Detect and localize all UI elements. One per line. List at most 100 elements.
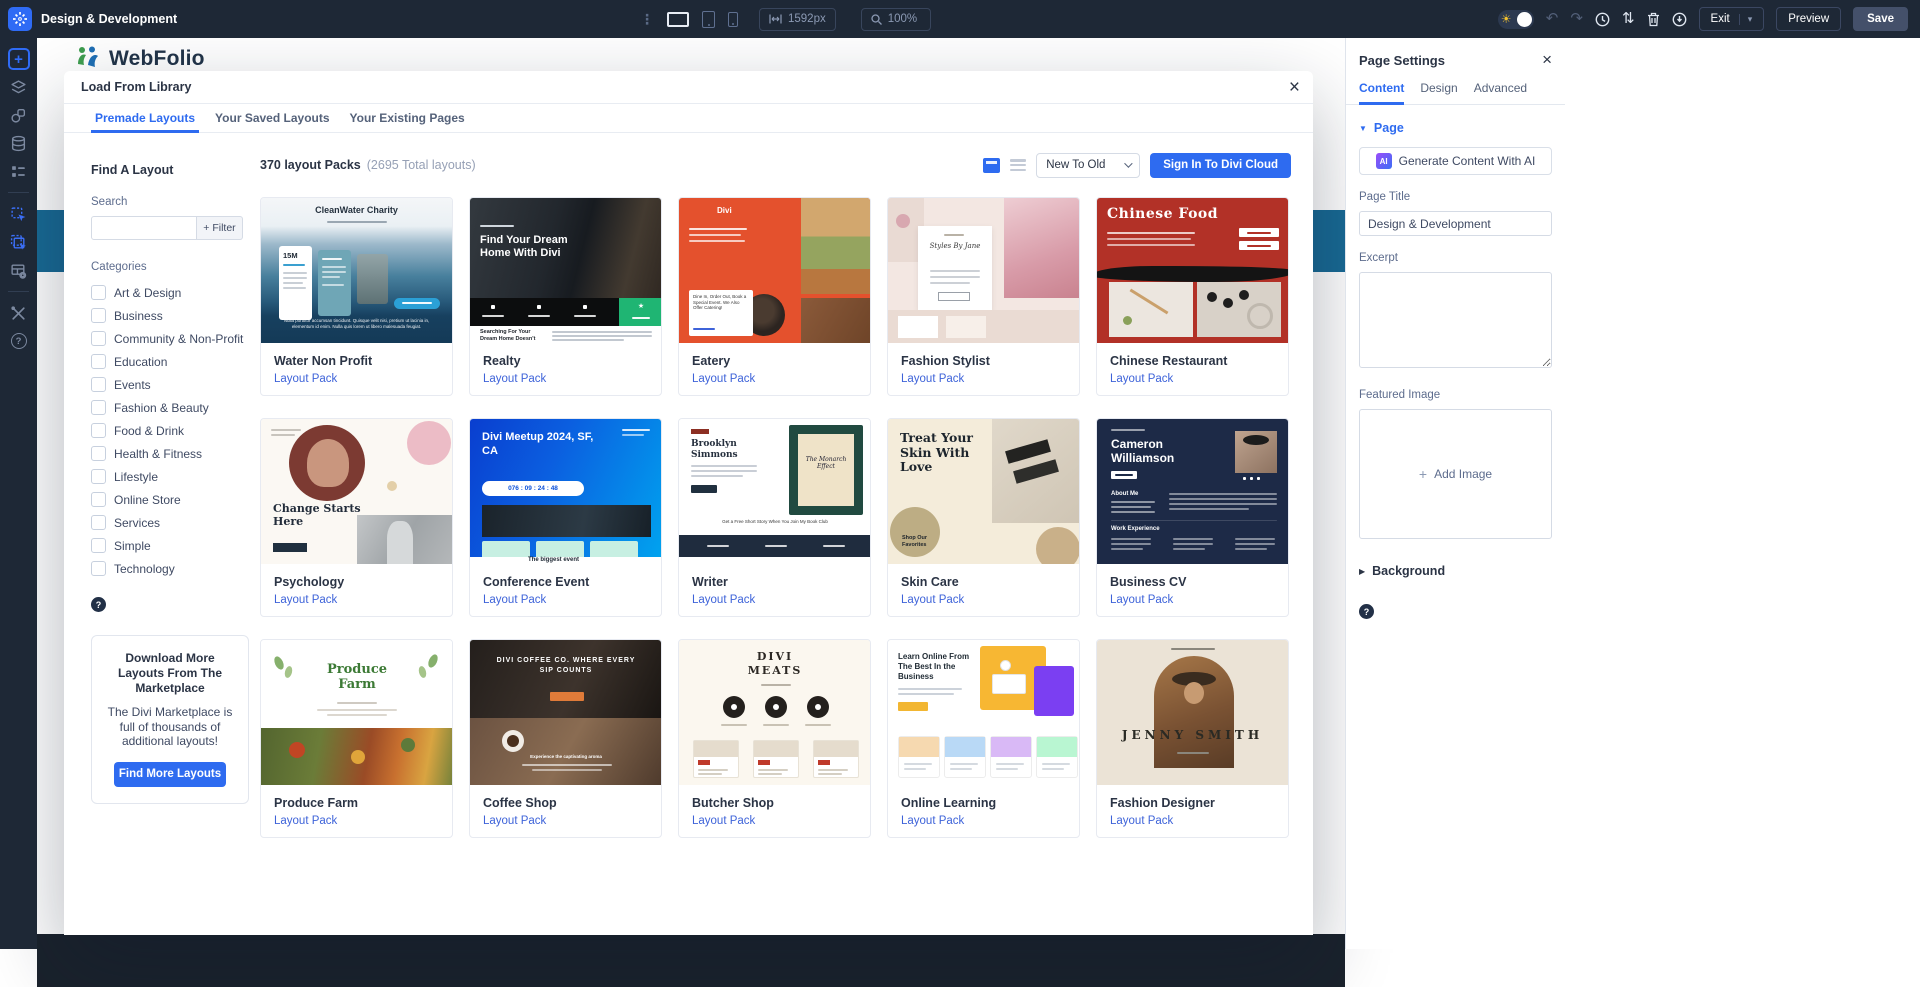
category-checkbox-row[interactable]: Services [91,511,260,534]
layout-pack-link[interactable]: Layout Pack [483,594,648,606]
modal-tab-0[interactable]: Premade Layouts [95,104,195,132]
options-list-button[interactable] [7,159,31,183]
layout-pack-card[interactable]: Find Your Dream Home With Divi ★ Searchi… [469,197,662,396]
modal-tab-2[interactable]: Your Existing Pages [350,104,465,132]
layout-thumbnail[interactable]: Learn Online From The Best In the Busine… [888,640,1079,785]
undo-icon[interactable]: ↶ [1546,0,1559,38]
layout-thumbnail[interactable]: Styles By Jane [888,198,1079,343]
layout-pack-link[interactable]: Layout Pack [692,373,857,385]
layout-pack-card[interactable]: DIVI MEATS Butcher ShopLayout Pack [678,639,871,838]
layout-thumbnail[interactable]: DIVI MEATS [679,640,870,785]
panel-close-icon[interactable]: × [1542,50,1552,70]
search-input[interactable] [91,216,197,240]
layout-pack-card[interactable]: Divi Dine In, Order Out, Book a Special … [678,197,871,396]
layout-pack-link[interactable]: Layout Pack [483,373,648,385]
layout-pack-card[interactable]: Produce Farm Produce FarmLayout Pack [260,639,453,838]
exit-button[interactable]: Exit ▾ [1699,7,1765,31]
checkbox-icon[interactable] [91,423,106,438]
checkbox-icon[interactable] [91,492,106,507]
multi-select-button[interactable] [7,230,31,254]
checkbox-icon[interactable] [91,446,106,461]
checkbox-icon[interactable] [91,377,106,392]
layout-thumbnail[interactable]: Chinese Food [1097,198,1288,343]
category-checkbox-row[interactable]: Lifestyle [91,465,260,488]
layout-pack-card[interactable]: CleanWater Charity 15M Nulla porttitor a… [260,197,453,396]
checkbox-icon[interactable] [91,538,106,553]
category-checkbox-row[interactable]: Art & Design [91,281,260,304]
category-checkbox-row[interactable]: Fashion & Beauty [91,396,260,419]
panel-tab-0[interactable]: Content [1359,81,1404,104]
layout-thumbnail[interactable]: Treat Your Skin With Love Shop Our Favor… [888,419,1079,564]
category-checkbox-row[interactable]: Technology [91,557,260,580]
select-module-button[interactable] [7,202,31,226]
layout-pack-link[interactable]: Layout Pack [1110,815,1275,827]
checkbox-icon[interactable] [91,469,106,484]
layout-thumbnail[interactable]: Divi Meetup 2024, SF, CA 076 : 09 : 24 :… [470,419,661,564]
theme-toggle[interactable]: ☀ [1498,10,1534,29]
layout-thumbnail[interactable]: Brooklyn Simmons The Monarch Effect Get … [679,419,870,564]
layout-thumbnail[interactable]: Produce Farm [261,640,452,785]
layout-pack-card[interactable]: Cameron Williamson About Me Work Experie… [1096,418,1289,617]
layout-thumbnail[interactable]: Divi Dine In, Order Out, Book a Special … [679,198,870,343]
panel-tab-2[interactable]: Advanced [1474,81,1527,104]
checkbox-icon[interactable] [91,285,106,300]
sort-select[interactable]: New To Old [1036,153,1140,178]
list-view-icon[interactable] [1010,158,1026,172]
layers-button[interactable] [7,75,31,99]
layout-pack-link[interactable]: Layout Pack [901,815,1066,827]
category-checkbox-row[interactable]: Business [91,304,260,327]
layout-pack-link[interactable]: Layout Pack [692,815,857,827]
panel-help-icon[interactable]: ? [1359,604,1374,619]
preview-button[interactable]: Preview [1776,7,1841,31]
sort-arrows-icon[interactable]: ⇅ [1622,0,1635,38]
layout-thumbnail[interactable]: JENNY SMITH [1097,640,1288,785]
help-icon[interactable]: ? [91,597,106,612]
layout-pack-card[interactable]: DIVI COFFEE CO. WHERE EVERY SIP COUNTS E… [469,639,662,838]
page-title-input[interactable] [1359,211,1552,236]
trash-icon[interactable] [1647,12,1660,27]
modal-close-icon[interactable]: × [1289,75,1300,100]
layout-thumbnail[interactable]: Change Starts Here [261,419,452,564]
checkbox-icon[interactable] [91,354,106,369]
layout-pack-card[interactable]: Learn Online From The Best In the Busine… [887,639,1080,838]
drag-handle-icon[interactable]: ⋮ [640,11,654,28]
history-icon[interactable] [1595,12,1610,27]
layout-pack-link[interactable]: Layout Pack [274,594,439,606]
desktop-view-icon[interactable] [667,12,689,27]
category-checkbox-row[interactable]: Education [91,350,260,373]
layout-pack-card[interactable]: JENNY SMITH Fashion DesignerLayout Pack [1096,639,1289,838]
builder-settings-button[interactable] [8,7,32,31]
layout-pack-link[interactable]: Layout Pack [1110,594,1275,606]
layout-pack-card[interactable]: Brooklyn Simmons The Monarch Effect Get … [678,418,871,617]
layout-pack-link[interactable]: Layout Pack [1110,373,1275,385]
zoom-input[interactable]: 100% [861,8,931,31]
layout-manager-button[interactable] [7,258,31,282]
layout-thumbnail[interactable]: Find Your Dream Home With Divi ★ Searchi… [470,198,661,343]
layout-thumbnail[interactable]: DIVI COFFEE CO. WHERE EVERY SIP COUNTS E… [470,640,661,785]
layout-pack-card[interactable]: Styles By Jane Fashion StylistLayout Pac… [887,197,1080,396]
layout-pack-card[interactable]: Chinese Food Chinese RestaurantLayout Pa… [1096,197,1289,396]
layout-thumbnail[interactable]: CleanWater Charity 15M Nulla porttitor a… [261,198,452,343]
checkbox-icon[interactable] [91,400,106,415]
layout-pack-link[interactable]: Layout Pack [901,594,1066,606]
panel-tab-1[interactable]: Design [1420,81,1457,104]
divi-cloud-signin-button[interactable]: Sign In To Divi Cloud [1150,153,1291,178]
page-section-toggle[interactable]: ▼ Page [1359,121,1552,135]
tools-button[interactable] [7,301,31,325]
layout-pack-link[interactable]: Layout Pack [901,373,1066,385]
portability-icon[interactable] [1672,12,1687,27]
category-checkbox-row[interactable]: Community & Non-Profit [91,327,260,350]
layout-thumbnail[interactable]: Cameron Williamson About Me Work Experie… [1097,419,1288,564]
category-checkbox-row[interactable]: Events [91,373,260,396]
layout-pack-link[interactable]: Layout Pack [692,594,857,606]
modal-tab-1[interactable]: Your Saved Layouts [215,104,329,132]
canvas-width-input[interactable]: 1592px [759,8,836,31]
category-checkbox-row[interactable]: Health & Fitness [91,442,260,465]
filter-button[interactable]: + Filter [197,216,243,240]
layout-pack-card[interactable]: Divi Meetup 2024, SF, CA 076 : 09 : 24 :… [469,418,662,617]
layout-pack-link[interactable]: Layout Pack [274,373,439,385]
help-button[interactable]: ? [7,329,31,353]
find-more-layouts-button[interactable]: Find More Layouts [114,762,226,787]
checkbox-icon[interactable] [91,331,106,346]
checkbox-icon[interactable] [91,561,106,576]
